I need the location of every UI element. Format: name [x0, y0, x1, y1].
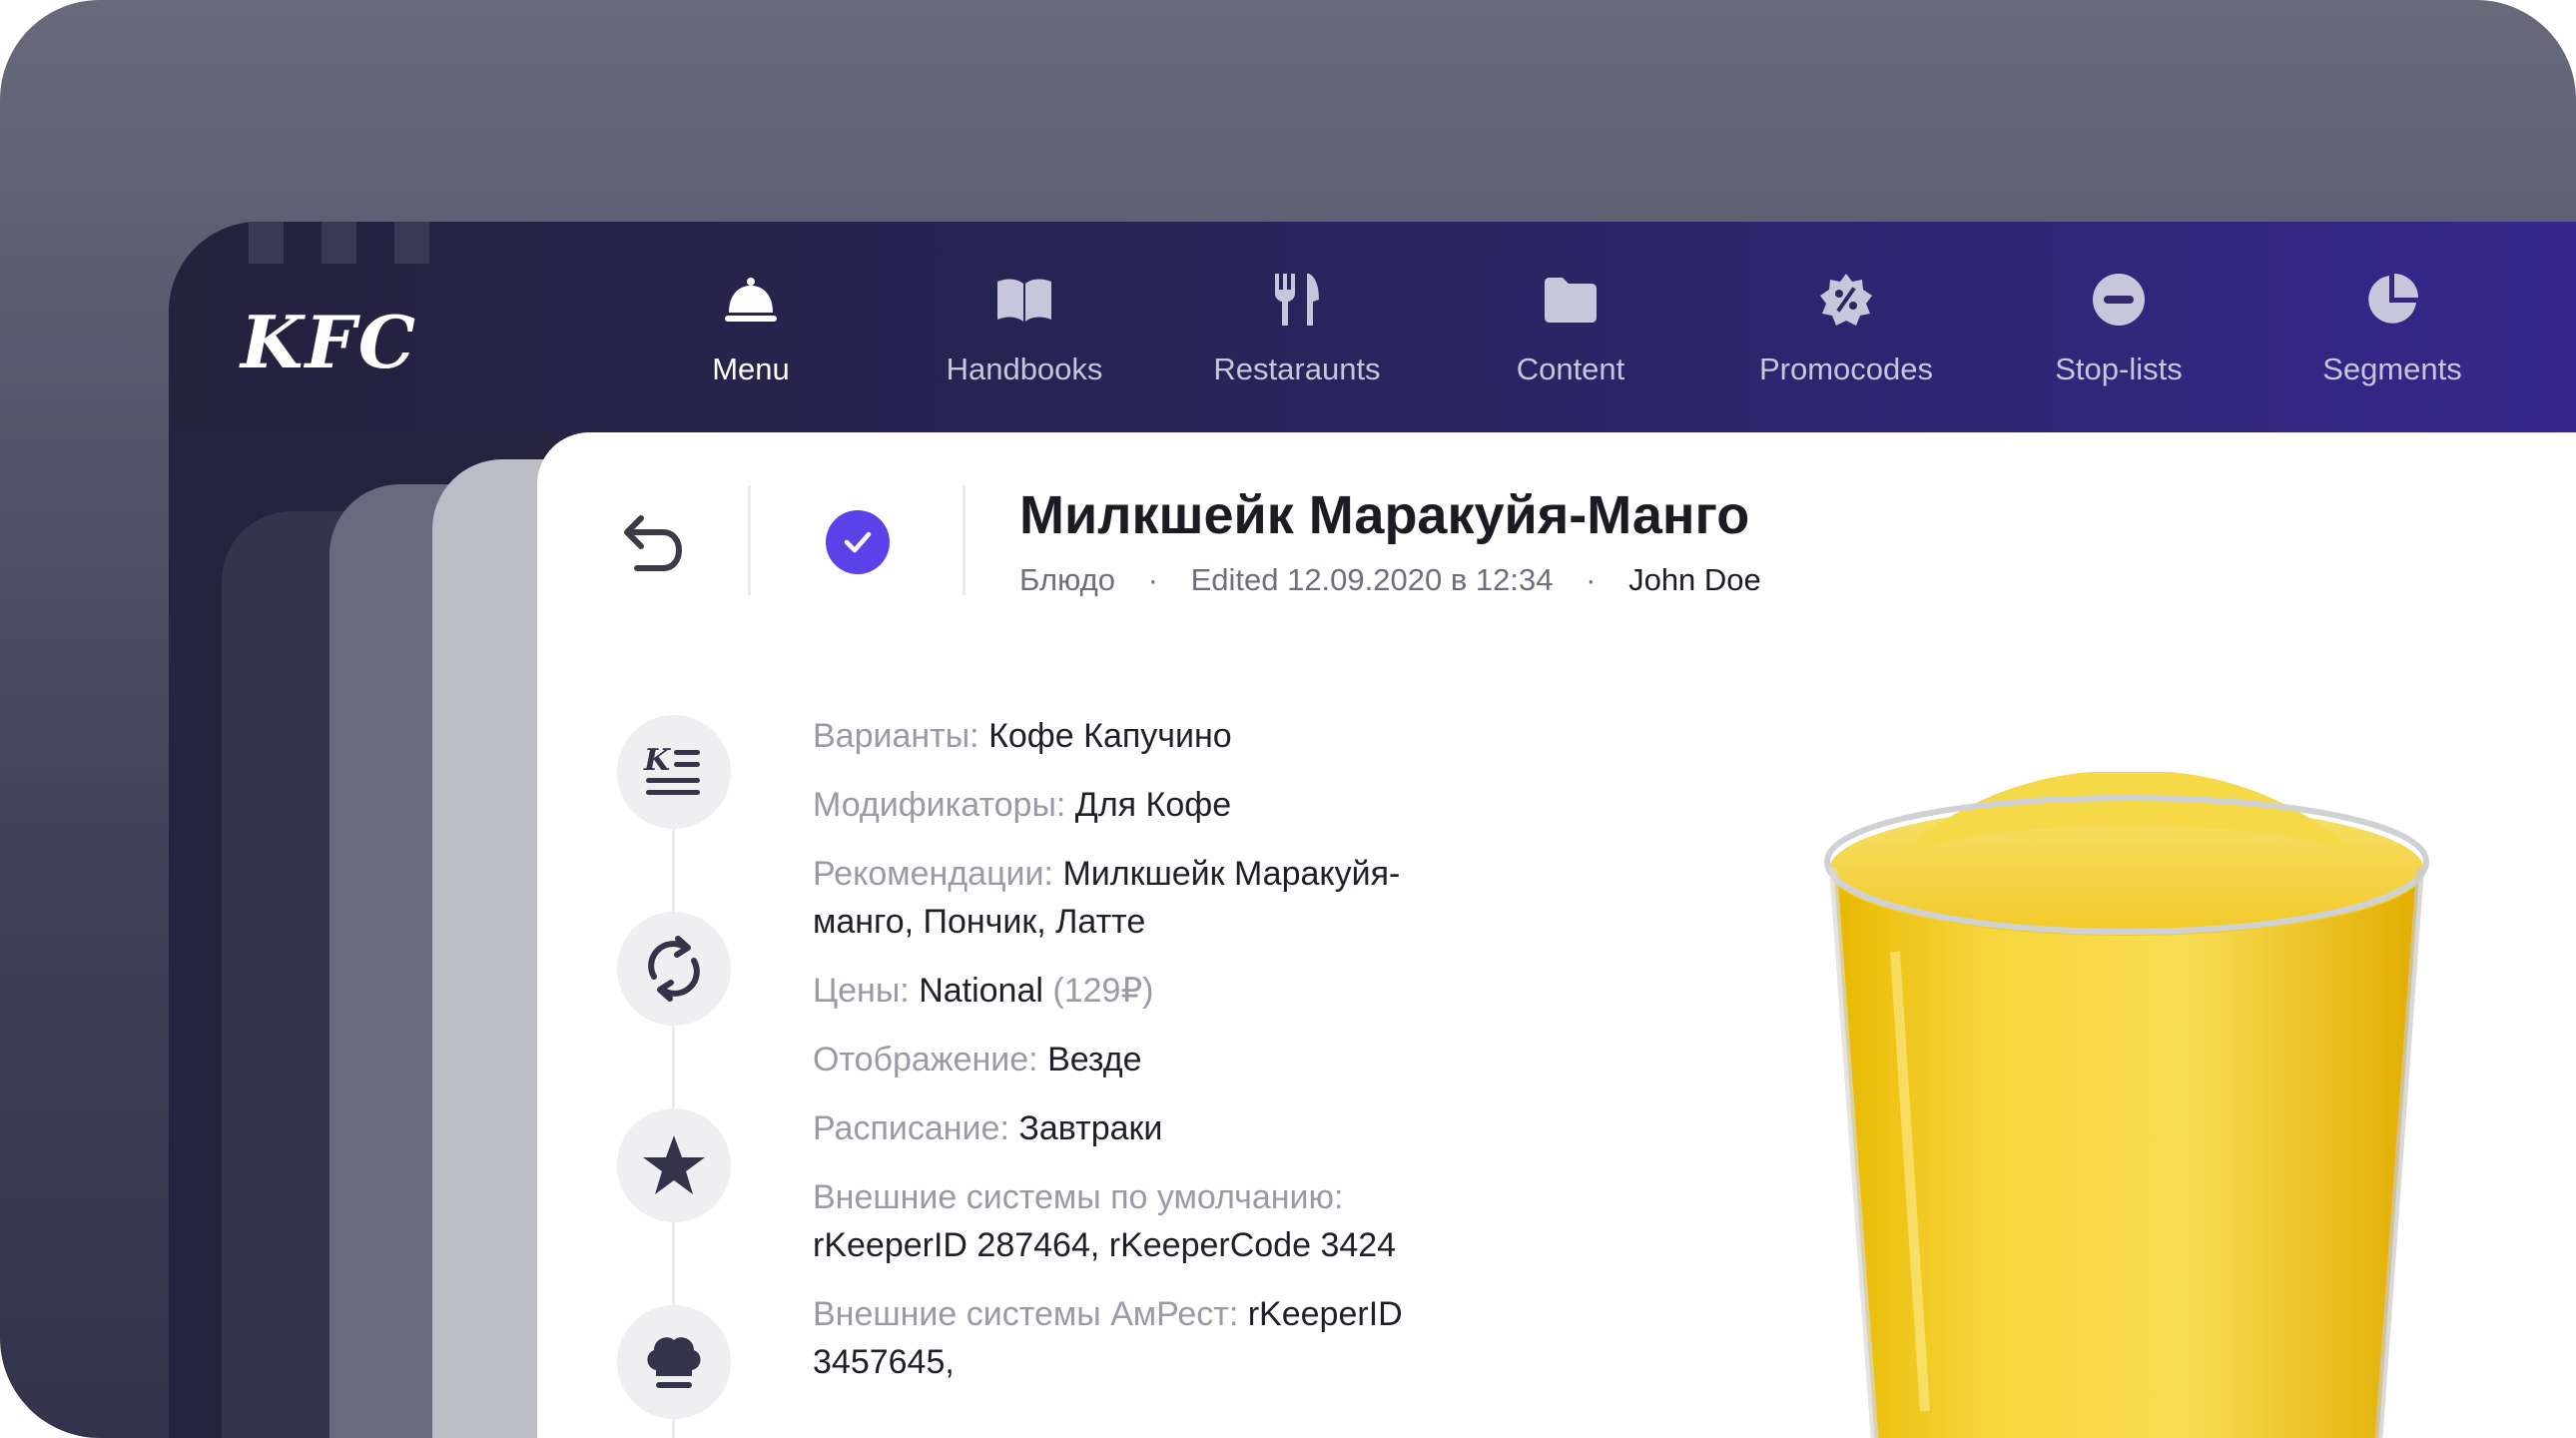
- divider: [963, 485, 966, 595]
- nav-menu[interactable]: Menu: [621, 270, 881, 419]
- nav-label: Segments: [2322, 352, 2462, 386]
- nav-restaurants[interactable]: Restaraunts: [1167, 270, 1427, 419]
- refresh-icon: [648, 936, 700, 1002]
- nav-segments[interactable]: Segments: [2262, 270, 2522, 419]
- top-navigation: KFC Menu Handbooks Restaraunts Content P…: [169, 222, 2576, 433]
- check-icon: [844, 531, 872, 553]
- prop-key: Внешние системы по умолчанию:: [813, 1178, 1344, 1216]
- prop-key: Цены:: [813, 972, 910, 1010]
- nav-label: Restaraunts: [1213, 352, 1381, 386]
- author-name[interactable]: John Doe: [1628, 562, 1761, 597]
- svg-text:K: K: [643, 743, 672, 778]
- dish-properties: Варианты: Кофе Капучино Модификаторы: Дл…: [813, 712, 1432, 1407]
- book-icon: [994, 270, 1054, 330]
- dish-card: Милкшейк Маракуйя-Манго Блюдо · Edited 1…: [537, 432, 2576, 1438]
- dish-title: Милкшейк Маракуйя-Манго: [1019, 485, 1750, 545]
- section-sync-button[interactable]: [617, 912, 731, 1026]
- nav-label: Handbooks: [946, 352, 1103, 386]
- meta-separator: ·: [1147, 562, 1158, 597]
- edited-timestamp: Edited 12.09.2020 в 12:34: [1190, 562, 1554, 597]
- prop-external-default: Внешние системы по умолчанию: rKeeperID …: [813, 1173, 1432, 1269]
- window-tabs-decoration: [249, 222, 429, 264]
- undo-button[interactable]: [607, 502, 687, 582]
- prop-key: Рекомендации:: [813, 855, 1053, 893]
- nav-promocodes[interactable]: Promocodes: [1716, 270, 1976, 419]
- section-favorite-button[interactable]: [617, 1108, 731, 1222]
- cloche-icon: [721, 270, 781, 330]
- cutlery-icon: [1267, 270, 1327, 330]
- prop-modifiers: Модификаторы: Для Кофе: [813, 781, 1432, 829]
- prop-value[interactable]: Везде: [1047, 1041, 1141, 1078]
- nav-label: Menu: [712, 352, 790, 386]
- dish-photo: [1785, 771, 2484, 1438]
- tab-marker: [249, 222, 284, 264]
- prop-prices: Цены: National (129₽): [813, 967, 1432, 1015]
- pie-chart-icon: [2362, 270, 2422, 330]
- prop-external-amrest: Внешние системы АмРест: rKeeperID 345764…: [813, 1290, 1432, 1386]
- nav-handbooks[interactable]: Handbooks: [895, 270, 1154, 419]
- prop-value[interactable]: rKeeperID 287464, rKeeperCode 3424: [813, 1226, 1396, 1264]
- prop-recommendations: Рекомендации: Милкшейк Маракуйя-манго, П…: [813, 850, 1432, 946]
- undo-icon: [624, 515, 683, 571]
- tab-marker: [394, 222, 429, 264]
- section-kitchen-button[interactable]: [617, 1305, 731, 1419]
- prop-key: Расписание:: [813, 1109, 1009, 1147]
- folder-icon: [1541, 270, 1601, 330]
- section-variants-button[interactable]: K: [617, 715, 731, 829]
- nav-label: Content: [1516, 352, 1625, 386]
- prop-key: Модификаторы:: [813, 786, 1066, 824]
- nav-stop-lists[interactable]: Stop-lists: [1989, 270, 2249, 419]
- background-frame: KFC Menu Handbooks Restaraunts Content P…: [0, 0, 2576, 1438]
- meta-separator: ·: [1586, 562, 1597, 597]
- nav-label: Stop-lists: [2055, 352, 2183, 386]
- prop-value[interactable]: Кофе Капучино: [988, 717, 1232, 755]
- prop-key: Отображение:: [813, 1041, 1038, 1078]
- prop-key: Варианты:: [813, 717, 979, 755]
- star-icon: [643, 1135, 705, 1194]
- divider: [748, 485, 751, 595]
- prop-schedule: Расписание: Завтраки: [813, 1104, 1432, 1152]
- prop-value[interactable]: Завтраки: [1018, 1109, 1162, 1147]
- prop-key: Внешние системы АмРест:: [813, 1295, 1239, 1333]
- prop-value[interactable]: National: [919, 972, 1043, 1010]
- dish-type: Блюдо: [1019, 562, 1115, 597]
- prop-price-amount: (129₽): [1052, 972, 1154, 1010]
- save-check-button[interactable]: [826, 510, 890, 574]
- dish-meta: Блюдо · Edited 12.09.2020 в 12:34 · John…: [1019, 562, 1761, 598]
- kfc-logo[interactable]: KFC: [241, 300, 417, 384]
- nav-content[interactable]: Content: [1441, 270, 1700, 419]
- percent-badge-icon: [1816, 270, 1876, 330]
- nav-label: Promocodes: [1758, 352, 1934, 386]
- kfc-list-icon: K: [643, 743, 700, 795]
- prop-display: Отображение: Везде: [813, 1036, 1432, 1083]
- prop-value[interactable]: Для Кофе: [1075, 786, 1231, 824]
- tab-marker: [322, 222, 356, 264]
- prop-variants: Варианты: Кофе Капучино: [813, 712, 1432, 760]
- chef-hat-icon: [647, 1337, 701, 1388]
- minus-circle-icon: [2089, 270, 2149, 330]
